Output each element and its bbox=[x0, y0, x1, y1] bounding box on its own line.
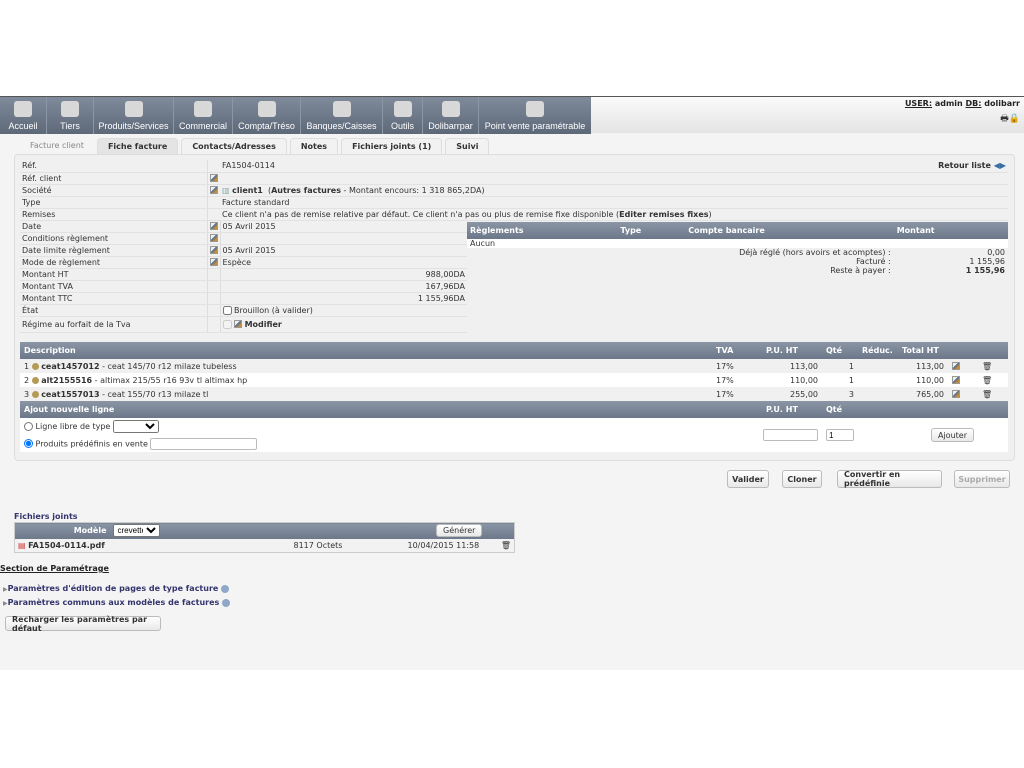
edit-icon[interactable] bbox=[234, 320, 243, 328]
files-table: Modèle crevette Générer ▤ FA1504-0114.pdf 8… bbox=[14, 522, 515, 553]
product-link[interactable]: ceat1557013 bbox=[41, 390, 99, 399]
menu-compta[interactable]: Compta/Tréso bbox=[233, 97, 301, 134]
table-row: 2 alt2155516 - altimax 215/55 r16 93v tl… bbox=[20, 373, 1008, 387]
commercial-icon bbox=[194, 101, 212, 117]
bank-icon bbox=[332, 101, 351, 117]
line-type-select[interactable] bbox=[112, 420, 159, 433]
tools-icon bbox=[441, 101, 460, 117]
info-icon bbox=[221, 598, 230, 607]
home-icon bbox=[14, 101, 32, 117]
label: Réf. client bbox=[20, 172, 208, 185]
product-icon bbox=[31, 376, 39, 384]
info-icon bbox=[220, 584, 229, 593]
params-common-link[interactable]: ▶Paramètres communs aux modèles de factu… bbox=[3, 598, 230, 607]
edit-icon[interactable] bbox=[209, 258, 218, 266]
modifier-link[interactable]: Modifier bbox=[245, 320, 282, 329]
table-row: 3 ceat1557013 - ceat 155/70 r13 milaze t… bbox=[20, 387, 1008, 401]
type-value: Facture standard bbox=[220, 196, 1008, 209]
next-icon: ▶ bbox=[999, 161, 1006, 171]
section-title: Section de Paramétrage bbox=[0, 564, 109, 573]
edit-icon[interactable] bbox=[952, 376, 960, 384]
edit-icon[interactable] bbox=[952, 390, 960, 398]
company-icon: ▥ bbox=[222, 185, 230, 195]
free-line-radio[interactable] bbox=[24, 422, 33, 431]
retour-liste-link[interactable]: Retour liste ◀▶ bbox=[938, 161, 1006, 170]
menu-dolibarrpar[interactable]: Dolibarrpar bbox=[423, 97, 479, 134]
product-icon bbox=[31, 390, 39, 398]
delete-icon[interactable]: 🗑 bbox=[978, 359, 1008, 373]
tools-icon bbox=[393, 101, 412, 117]
menu-accueil[interactable]: Accueil bbox=[0, 97, 47, 134]
files-title: Fichiers joints bbox=[14, 512, 78, 521]
tab-fiche-facture[interactable]: Fiche facture bbox=[96, 138, 179, 154]
ref-value: FA1504-0114 Retour liste ◀▶ bbox=[220, 160, 1008, 173]
edit-remises-link[interactable]: Editer remises fixes bbox=[619, 210, 708, 219]
add-line-button[interactable]: Ajouter bbox=[930, 428, 974, 442]
unit-price-input[interactable] bbox=[763, 429, 818, 441]
product-link[interactable]: alt2155516 bbox=[41, 376, 92, 385]
table-row: 1 ceat1457012 - ceat 145/70 r12 milaze t… bbox=[20, 359, 1008, 373]
reload-params-button[interactable]: Recharger les paramètres par défaut bbox=[5, 615, 161, 633]
edit-icon[interactable] bbox=[209, 222, 218, 230]
label: Société bbox=[20, 184, 208, 197]
product-icon bbox=[124, 101, 143, 117]
regime-checkbox bbox=[222, 319, 232, 329]
user-info: USER: admin DB: dolibarr bbox=[904, 99, 1020, 108]
menu-outils[interactable]: Outils bbox=[383, 97, 423, 134]
convert-button[interactable]: Convertir en prédéfinie bbox=[837, 470, 942, 488]
status-checkbox bbox=[222, 305, 232, 315]
autres-factures-link[interactable]: Autres factures bbox=[271, 186, 341, 195]
menu-banques[interactable]: Banques/Caisses bbox=[301, 97, 383, 134]
menu-point-vente[interactable]: Point vente paramétrable bbox=[479, 97, 591, 134]
menu-produits[interactable]: Produits/Services bbox=[94, 97, 174, 134]
money-icon bbox=[257, 101, 276, 117]
params-edition-link[interactable]: ▶Paramètres d'édition de pages de type f… bbox=[3, 584, 229, 593]
menu-commercial[interactable]: Commercial bbox=[174, 97, 233, 134]
product-link[interactable]: ceat1457012 bbox=[41, 362, 99, 371]
invoice-lines-table: Description TVA P.U. HT Qté Réduc. Total HT 1… bbox=[20, 342, 1008, 452]
tabs: Facture client Fiche facture Contacts/Ad… bbox=[20, 138, 490, 154]
user-link[interactable]: admin bbox=[935, 99, 963, 108]
tab-notes[interactable]: Notes bbox=[289, 138, 339, 154]
tab-suivi[interactable]: Suivi bbox=[445, 138, 490, 154]
logout-lock-icon[interactable]: 🖶🔒 bbox=[1000, 111, 1020, 127]
edit-icon[interactable] bbox=[209, 234, 218, 242]
tab-contacts[interactable]: Contacts/Adresses bbox=[181, 138, 287, 154]
product-icon bbox=[31, 362, 39, 370]
main-menu: Accueil Tiers Produits/Services Commerci… bbox=[0, 97, 591, 134]
quantity-input[interactable] bbox=[826, 429, 854, 441]
generate-button[interactable]: Générer bbox=[436, 524, 483, 538]
delete-icon[interactable]: 🗑 bbox=[978, 373, 1008, 387]
edit-icon[interactable] bbox=[209, 246, 218, 254]
edit-icon[interactable] bbox=[952, 362, 960, 370]
menu-tiers[interactable]: Tiers bbox=[47, 97, 94, 134]
edit-icon[interactable] bbox=[210, 174, 218, 182]
predefined-radio[interactable] bbox=[24, 439, 33, 448]
clone-button[interactable]: Cloner bbox=[782, 470, 822, 488]
delete-button: Supprimer bbox=[954, 470, 1010, 488]
building-icon bbox=[61, 101, 79, 117]
edit-icon[interactable] bbox=[210, 186, 218, 194]
tab-facture-client: Facture client bbox=[30, 141, 84, 150]
label: Réf. bbox=[20, 160, 208, 173]
pos-icon bbox=[526, 101, 544, 117]
delete-icon[interactable]: 🗑 bbox=[501, 541, 511, 550]
validate-button[interactable]: Valider bbox=[727, 470, 769, 488]
tab-fichiers[interactable]: Fichiers joints (1) bbox=[341, 138, 443, 154]
label: Remises bbox=[20, 208, 208, 221]
product-search-input[interactable] bbox=[150, 437, 258, 450]
payments-table: Règlements Type Compte bancaire Montant Auc… bbox=[467, 222, 1008, 275]
label: Type bbox=[20, 196, 208, 209]
pdf-icon: ▤ bbox=[18, 540, 26, 550]
file-link[interactable]: FA1504-0114.pdf bbox=[28, 541, 105, 550]
delete-icon[interactable]: 🗑 bbox=[978, 387, 1008, 401]
model-select[interactable]: crevette bbox=[112, 524, 160, 538]
client-link[interactable]: client1 bbox=[232, 186, 263, 195]
